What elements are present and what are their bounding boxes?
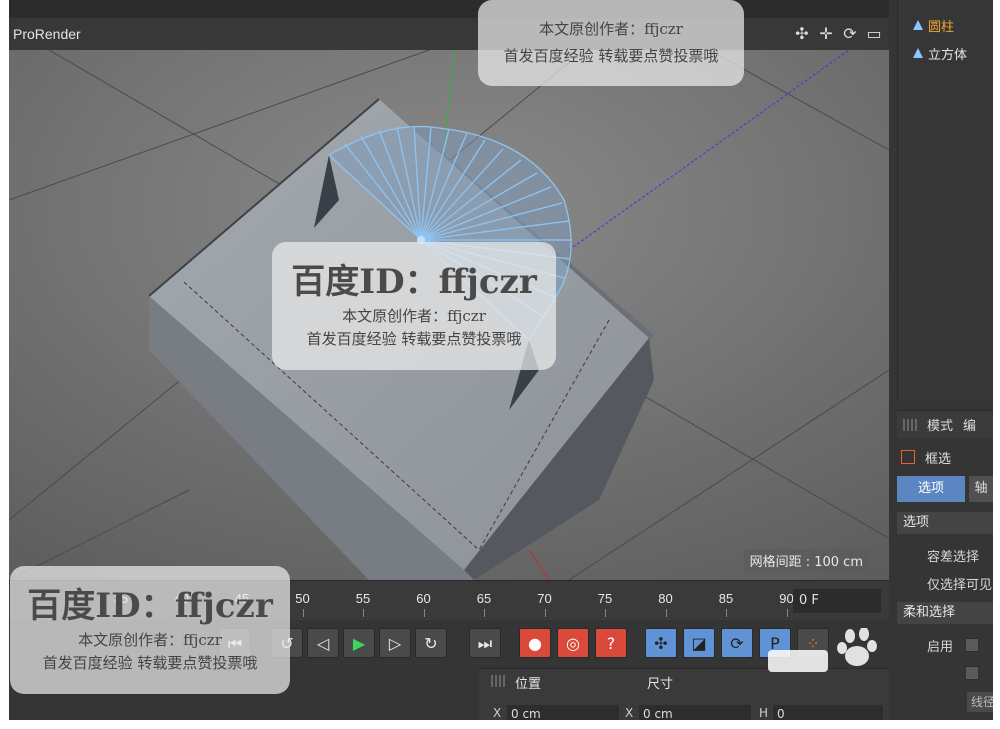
goto-end-button[interactable]: ⏭ <box>469 628 501 658</box>
top-toolbar-strip <box>9 0 889 18</box>
x-size-field[interactable]: 0 cm <box>639 705 751 720</box>
object-manager: 圆柱 立方体 <box>897 0 993 400</box>
timeline-tick <box>423 609 425 617</box>
tool-name: 框选 <box>925 451 952 467</box>
attributes-tabs: 模式 编 <box>897 410 993 438</box>
timeline-tick-label: 75 <box>597 591 613 606</box>
position-header: 位置 <box>515 677 542 692</box>
baidu-logo <box>768 628 877 672</box>
subtab-options[interactable]: 选项 <box>897 476 965 502</box>
section-soft-selection[interactable]: 柔和选择 <box>897 602 993 624</box>
watermark-bottom-line1: 本文原创作者：ffjczr <box>78 631 222 649</box>
timeline-tick <box>544 609 546 617</box>
zoom-icon[interactable]: ✛ <box>817 24 835 43</box>
rotate-icon[interactable]: ⟳ <box>841 24 859 43</box>
cylinder-icon <box>910 19 924 32</box>
timeline-tick-label: 50 <box>295 591 310 606</box>
move-icon[interactable]: ✣ <box>793 24 811 43</box>
step-forward-button[interactable]: ▷ <box>379 628 411 658</box>
key-position-button[interactable]: ✣ <box>645 628 677 658</box>
rect-select-icon <box>901 450 915 464</box>
watermark-center-id: 百度ID：ffjczr <box>291 262 537 302</box>
timeline-tick <box>605 609 606 617</box>
watermark-bottom-line2: 首发百度经验 转载要点赞投票哦 <box>42 654 258 672</box>
coord-grip <box>491 675 505 687</box>
x-pos-label: X <box>493 706 502 720</box>
option-tolerance: 容差选择 <box>927 550 980 565</box>
timeline-tick-label: 90 <box>779 591 794 606</box>
object-label-cube: 立方体 <box>928 48 968 63</box>
key-help-button[interactable]: ? <box>595 628 627 658</box>
auto-key-button[interactable]: ◎ <box>557 628 589 658</box>
timeline-tick <box>302 609 304 617</box>
timeline-tick <box>786 609 788 617</box>
current-frame-field[interactable]: 0 F <box>793 589 881 613</box>
option-checkbox[interactable] <box>965 666 979 680</box>
x-size-label: X <box>625 706 634 720</box>
enable-checkbox[interactable] <box>965 638 979 652</box>
timeline-tick-label: 80 <box>658 591 673 606</box>
watermark-top-line2: 首发百度经验 转载要点赞投票哦 <box>503 47 719 65</box>
watermark-center-line2: 首发百度经验 转载要点赞投票哦 <box>306 330 522 348</box>
tab-edit[interactable]: 编 <box>963 415 976 434</box>
timeline-tick <box>484 609 485 617</box>
h-rot-label: H <box>759 706 769 720</box>
timeline-tick-label: 70 <box>537 591 552 606</box>
timeline-tick <box>665 609 667 617</box>
timeline-tick-label: 60 <box>416 591 431 606</box>
object-item-cube[interactable]: 立方体 <box>910 44 967 63</box>
x-position-field[interactable]: 0 cm <box>507 705 619 720</box>
size-header: 尺寸 <box>647 677 674 692</box>
watermark-center: 百度ID：ffjczr 本文原创作者：ffjczr 首发百度经验 转载要点赞投票… <box>272 242 556 370</box>
watermark-top: 本文原创作者：ffjczr 首发百度经验 转载要点赞投票哦 <box>478 0 744 86</box>
timeline-tick <box>363 609 364 617</box>
h-rotation-field[interactable]: 0 <box>773 705 883 720</box>
watermark-bottom: 百度ID：ffjczr 本文原创作者：ffjczr 首发百度经验 转载要点赞投票… <box>10 566 290 694</box>
watermark-center-line1: 本文原创作者：ffjczr <box>342 307 486 325</box>
timeline-tick <box>726 609 727 617</box>
timeline-tick-label: 55 <box>355 591 371 606</box>
grip-icon <box>903 418 917 431</box>
key-rotation-button[interactable]: ⟳ <box>721 628 753 658</box>
record-key-button[interactable]: ● <box>519 628 551 658</box>
next-key-button[interactable]: ↻ <box>415 628 447 658</box>
play-button[interactable]: ▶ <box>343 628 375 658</box>
attribute-subtabs: 选项 轴 <box>897 476 993 502</box>
tab-mode[interactable]: 模式 <box>927 415 953 434</box>
tool-row: 框选 <box>897 443 993 471</box>
object-label-cylinder: 圆柱 <box>928 20 955 35</box>
viewport-title[interactable]: ProRender <box>13 26 81 42</box>
timeline-tick-label: 85 <box>718 591 734 606</box>
option-enable: 启用 <box>927 640 954 655</box>
timeline-tick-label: 65 <box>476 591 492 606</box>
key-scale-button[interactable]: ◪ <box>683 628 715 658</box>
viewport-header: ProRender ✣ ✛ ⟳ ▭ <box>9 18 889 50</box>
viewport-nav-icons: ✣ ✛ ⟳ ▭ <box>793 24 883 43</box>
right-panel: 圆柱 立方体 模式 编 框选 选项 轴 选项 容差选择 仅选择可见 柔和选择 启… <box>889 0 993 720</box>
object-item-cylinder[interactable]: 圆柱 <box>910 16 954 35</box>
grid-spacing-label: 网格间距 : 100 cm <box>743 549 869 572</box>
watermark-bottom-id: 百度ID：ffjczr <box>27 586 273 626</box>
subtab-axis[interactable]: 轴 <box>969 476 993 502</box>
line-button[interactable]: 线径 <box>967 692 993 712</box>
watermark-top-line1: 本文原创作者：ffjczr <box>539 20 683 38</box>
cube-icon <box>910 47 924 60</box>
step-back-button[interactable]: ◁ <box>307 628 339 658</box>
maximize-icon[interactable]: ▭ <box>865 24 883 43</box>
option-visible-only: 仅选择可见 <box>927 578 993 593</box>
section-options[interactable]: 选项 <box>897 512 993 534</box>
